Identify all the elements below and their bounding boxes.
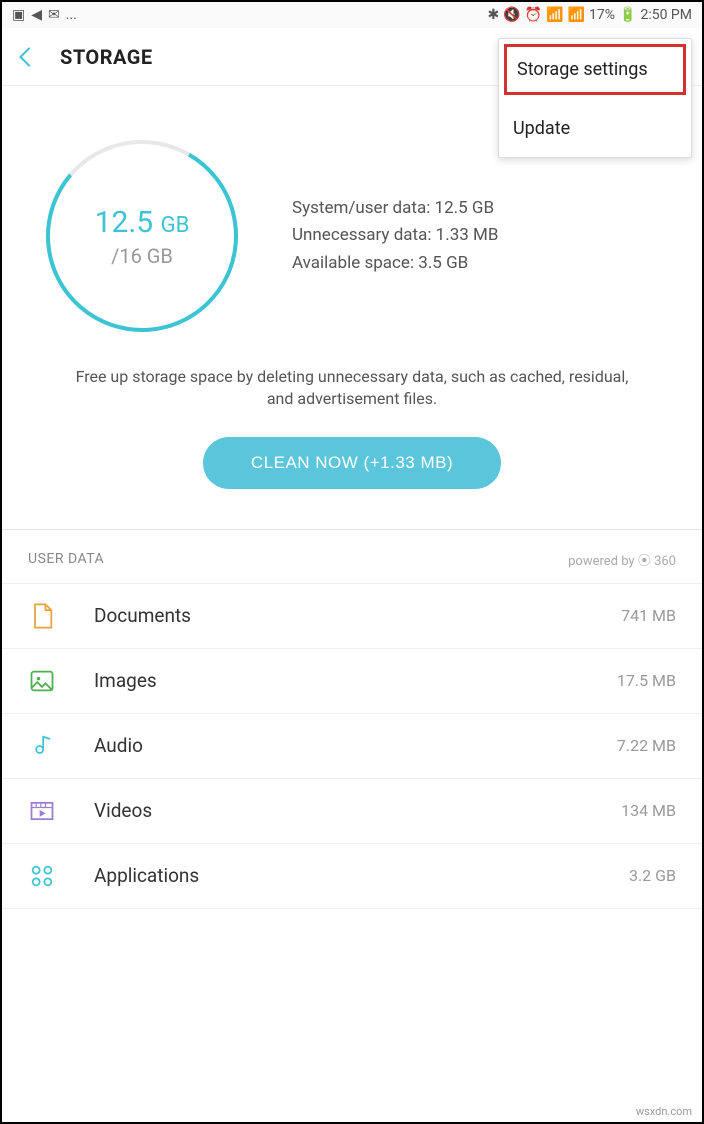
item-size: 134 MB	[621, 801, 676, 820]
user-data-section-header: USER DATA powered by ⦿ 360	[2, 529, 702, 584]
bluetooth-icon: ✱	[488, 7, 500, 23]
menu-item-storage-settings[interactable]: Storage settings	[504, 44, 686, 95]
signal-icon: 📶	[568, 7, 585, 23]
item-label: Audio	[94, 734, 143, 757]
watermark: wsxdn.com	[636, 1105, 692, 1118]
section-title: USER DATA	[28, 551, 104, 567]
unnecessary-data-label: Unnecessary data: 1.33 MB	[292, 222, 498, 249]
item-size: 741 MB	[621, 606, 676, 625]
list-item-documents[interactable]: Documents 741 MB	[2, 584, 702, 649]
item-label: Images	[94, 669, 157, 692]
document-icon	[28, 602, 56, 630]
status-bar: ▣ ◀ ✉ ... ✱ 🔇 ⏰ 📶 📶 17% 🔋 2:50 PM	[2, 2, 702, 28]
list-item-videos[interactable]: Videos 134 MB	[2, 779, 702, 844]
page-title: STORAGE	[60, 45, 153, 69]
item-size: 17.5 MB	[617, 671, 676, 690]
clock-text: 2:50 PM	[640, 7, 692, 23]
powered-by-label: powered by ⦿ 360	[568, 550, 676, 569]
available-space-label: Available space: 3.5 GB	[292, 250, 498, 277]
storage-ring: 12.5 GB /16 GB	[42, 136, 242, 336]
apps-icon	[28, 862, 56, 890]
back-icon[interactable]	[19, 47, 39, 67]
menu-item-update[interactable]: Update	[499, 100, 691, 157]
list-item-audio[interactable]: Audio 7.22 MB	[2, 714, 702, 779]
mute-icon: 🔇	[503, 7, 520, 23]
more-icon: ...	[66, 7, 77, 23]
mail-icon: ✉	[48, 7, 60, 23]
item-label: Documents	[94, 604, 191, 627]
wifi-icon: 📶	[546, 7, 563, 23]
used-storage-value: 12.5 GB	[95, 205, 190, 240]
list-item-applications[interactable]: Applications 3.2 GB	[2, 844, 702, 909]
alarm-icon: ⏰	[525, 7, 542, 23]
picture-icon: ▣	[12, 7, 25, 23]
audio-icon	[28, 732, 56, 760]
hint-text: Free up storage space by deleting unnece…	[2, 356, 702, 437]
overflow-menu: Storage settings Update	[498, 38, 692, 158]
battery-icon: 🔋	[619, 7, 636, 23]
system-data-label: System/user data: 12.5 GB	[292, 195, 498, 222]
send-icon: ◀	[31, 7, 42, 23]
item-label: Applications	[94, 864, 199, 887]
item-label: Videos	[94, 799, 152, 822]
battery-percent: 17%	[589, 7, 615, 23]
image-icon	[28, 667, 56, 695]
clean-now-button[interactable]: CLEAN NOW (+1.33 MB)	[203, 437, 501, 489]
video-icon	[28, 797, 56, 825]
item-size: 3.2 GB	[629, 866, 676, 885]
total-storage-value: /16 GB	[111, 244, 173, 268]
user-data-list: Documents 741 MB Images 17.5 MB Audio 7.…	[2, 584, 702, 909]
list-item-images[interactable]: Images 17.5 MB	[2, 649, 702, 714]
item-size: 7.22 MB	[617, 736, 676, 755]
